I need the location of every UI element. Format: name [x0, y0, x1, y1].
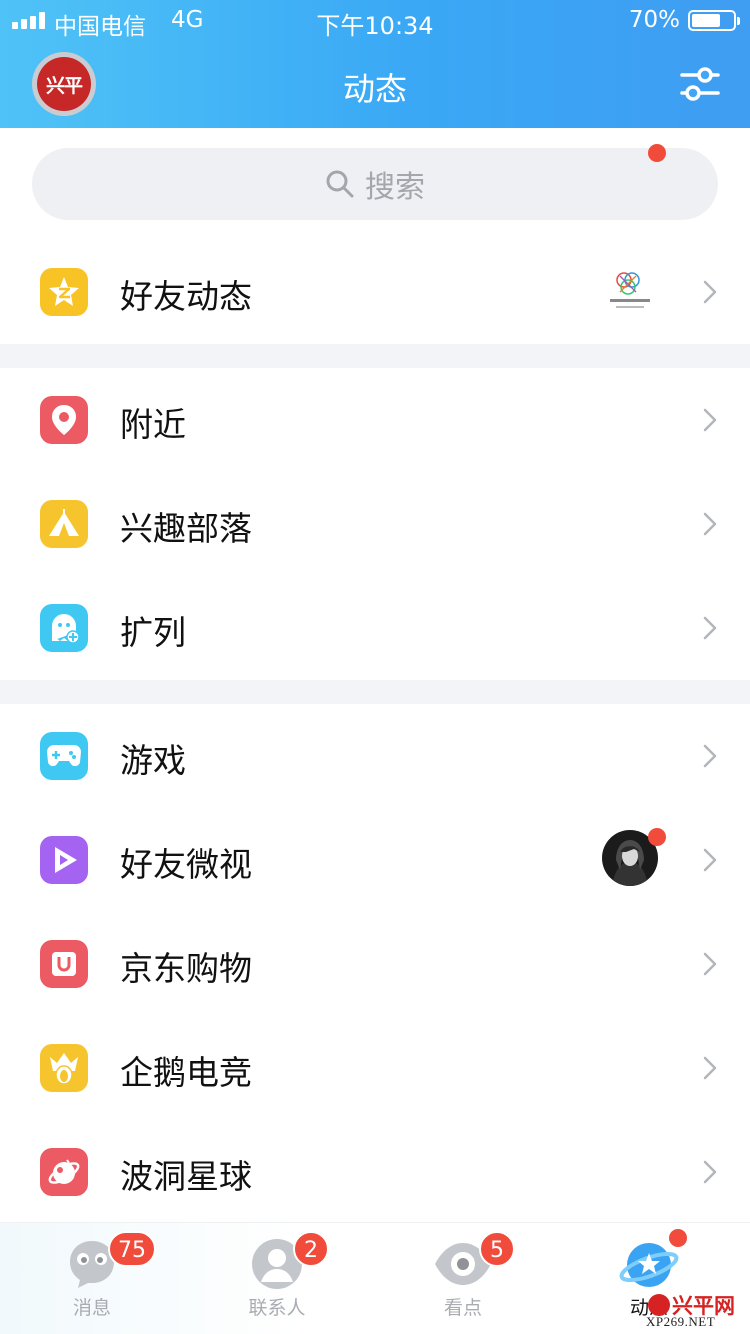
gamepad-icon	[40, 732, 88, 780]
tab-kandian[interactable]: 5 看点	[403, 1223, 523, 1334]
watermark-seal-icon	[648, 1294, 670, 1316]
planet-star-icon	[619, 1243, 679, 1287]
section-nearby: 附近 兴趣部落 扩列	[0, 368, 750, 680]
search-placeholder: 搜索	[365, 170, 425, 205]
item-label: 兴趣部落	[120, 509, 252, 548]
watermark-url: XP269.NET	[646, 1314, 716, 1329]
list-item-games[interactable]: 游戏	[0, 704, 750, 808]
list-item-tribe[interactable]: 兴趣部落	[0, 472, 750, 576]
location-pin-icon	[40, 396, 88, 444]
chevron-right-icon	[703, 408, 717, 432]
item-label: 好友动态	[120, 277, 252, 316]
list-item-nearby[interactable]: 附近	[0, 368, 750, 472]
planet-icon	[40, 1148, 88, 1196]
qzone-star-icon	[40, 268, 88, 316]
chevron-right-icon	[703, 744, 717, 768]
section-apps: 游戏 好友微视 京东购物 企鹅电竞 波洞星球	[0, 704, 750, 1222]
list-item-friend-feed[interactable]: 好友动态	[0, 144, 750, 344]
header-bar: 中国电信 4G 下午10:34 70% 兴平 动态	[0, 0, 750, 128]
tab-label: 看点	[443, 1297, 482, 1319]
section-friends: 搜索 好友动态	[0, 128, 750, 344]
shopping-bag-icon	[40, 940, 88, 988]
tab-label: 消息	[72, 1297, 111, 1319]
page-title: 动态	[342, 70, 407, 108]
red-dot-badge	[648, 144, 666, 162]
list-item-penguin-esports[interactable]: 企鹅电竞	[0, 1016, 750, 1120]
item-label: 企鹅电竞	[120, 1053, 252, 1092]
list-item-weishi[interactable]: 好友微视	[0, 808, 750, 912]
unread-badge: 2	[293, 1231, 329, 1267]
unread-badge: 75	[108, 1231, 156, 1267]
item-label: 扩列	[120, 613, 186, 652]
chevron-right-icon	[703, 1160, 717, 1184]
chevron-right-icon	[703, 512, 717, 536]
play-icon	[40, 836, 88, 884]
chevron-right-icon	[703, 1056, 717, 1080]
site-watermark: 兴平网 XP269.NET	[636, 1290, 750, 1334]
tent-icon	[40, 500, 88, 548]
chevron-right-icon	[703, 616, 717, 640]
chevron-right-icon	[703, 848, 717, 872]
item-label: 好友微视	[120, 845, 252, 884]
status-bar: 中国电信 4G 下午10:34 70%	[0, 0, 750, 40]
item-label: 波洞星球	[120, 1157, 252, 1196]
search-icon	[326, 170, 354, 198]
unread-badge: 5	[479, 1231, 515, 1267]
tab-contacts[interactable]: 2 联系人	[217, 1223, 337, 1334]
red-dot-badge	[669, 1229, 687, 1247]
esports-crown-icon	[40, 1044, 88, 1092]
tab-label: 联系人	[248, 1297, 306, 1319]
battery-icon	[688, 10, 740, 31]
item-label: 游戏	[120, 741, 186, 780]
list-item-expand[interactable]: 扩列	[0, 576, 750, 680]
ghost-add-icon	[40, 604, 88, 652]
list-item-bodong-planet[interactable]: 波洞星球	[0, 1120, 750, 1224]
item-label: 京东购物	[120, 949, 252, 988]
chevron-right-icon	[703, 280, 717, 304]
search-input[interactable]: 搜索	[32, 148, 718, 220]
tab-messages[interactable]: 75 消息	[32, 1223, 156, 1334]
logo-thumbnail	[602, 262, 658, 318]
settings-sliders-icon[interactable]	[680, 66, 720, 102]
battery-percent: 70%	[628, 7, 680, 33]
red-dot-badge	[648, 828, 666, 846]
item-label: 附近	[120, 405, 186, 444]
list-item-jd-shopping[interactable]: 京东购物	[0, 912, 750, 1016]
chevron-right-icon	[703, 952, 717, 976]
